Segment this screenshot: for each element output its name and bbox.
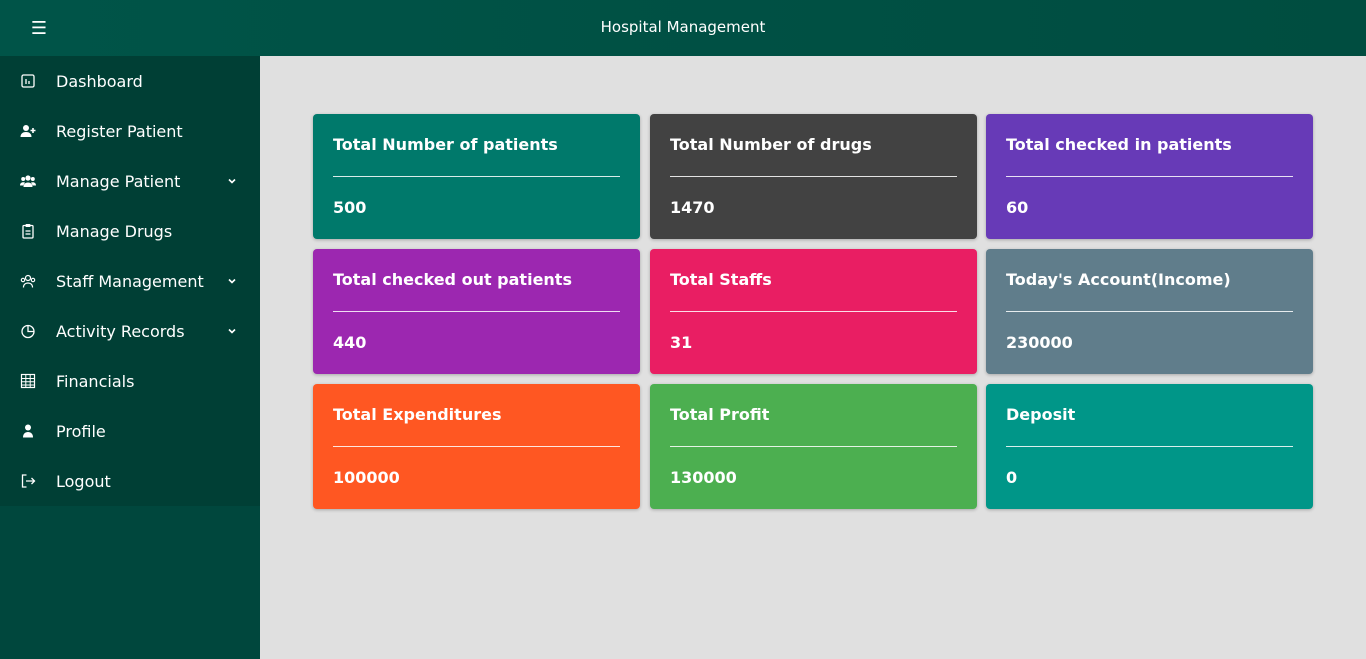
logout-icon	[19, 472, 37, 490]
card-divider	[1006, 446, 1293, 447]
card-value: 31	[670, 333, 693, 352]
card-divider	[670, 446, 957, 447]
chevron-down-icon[interactable]	[226, 325, 238, 337]
pie-chart-icon	[19, 322, 37, 340]
sidebar-item-logout[interactable]: Logout	[0, 456, 260, 506]
card-divider	[333, 176, 620, 177]
sidebar-item-label: Staff Management	[56, 271, 204, 291]
sidebar-item-label: Register Patient	[56, 121, 183, 141]
card-title: Deposit	[1006, 405, 1076, 424]
chevron-down-icon[interactable]	[226, 275, 238, 287]
sidebar-item-label: Activity Records	[56, 321, 185, 341]
sidebar-item-label: Dashboard	[56, 71, 143, 91]
card-value: 130000	[670, 468, 737, 487]
card-divider	[333, 311, 620, 312]
sidebar-item-staff-management[interactable]: Staff Management	[0, 256, 260, 306]
sidebar: Dashboard Register Patient Manage Patien…	[0, 56, 260, 659]
sidebar-item-activity-records[interactable]: Activity Records	[0, 306, 260, 356]
stat-card-total-staffs[interactable]: Total Staffs 31	[650, 249, 977, 374]
card-divider	[1006, 311, 1293, 312]
card-value: 100000	[333, 468, 400, 487]
sidebar-item-label: Manage Drugs	[56, 221, 173, 241]
stat-card-checked-in[interactable]: Total checked in patients 60	[986, 114, 1313, 239]
sidebar-item-manage-drugs[interactable]: Manage Drugs	[0, 206, 260, 256]
sidebar-item-label: Manage Patient	[56, 171, 181, 191]
card-title: Total checked out patients	[333, 270, 572, 289]
stat-card-expenditures[interactable]: Total Expenditures 100000	[313, 384, 640, 509]
stat-card-profit[interactable]: Total Profit 130000	[650, 384, 977, 509]
card-value: 60	[1006, 198, 1029, 217]
card-value: 500	[333, 198, 367, 217]
card-title: Total Expenditures	[333, 405, 502, 424]
card-title: Total checked in patients	[1006, 135, 1232, 154]
card-value: 1470	[670, 198, 715, 217]
card-value: 230000	[1006, 333, 1073, 352]
dashboard-icon	[19, 72, 37, 90]
users-icon	[19, 172, 37, 190]
user-icon	[19, 422, 37, 440]
card-title: Total Staffs	[670, 270, 772, 289]
card-divider	[333, 446, 620, 447]
card-divider	[670, 311, 957, 312]
card-divider	[670, 176, 957, 177]
card-title: Total Number of patients	[333, 135, 558, 154]
stat-card-todays-income[interactable]: Today's Account(Income) 230000	[986, 249, 1313, 374]
staff-icon	[19, 272, 37, 290]
chevron-down-icon[interactable]	[226, 175, 238, 187]
stat-card-total-drugs[interactable]: Total Number of drugs 1470	[650, 114, 977, 239]
app-title: Hospital Management	[600, 18, 766, 36]
stat-card-checked-out[interactable]: Total checked out patients 440	[313, 249, 640, 374]
sidebar-nav: Dashboard Register Patient Manage Patien…	[0, 56, 260, 506]
top-app-bar: ☰ Hospital Management	[0, 0, 1366, 56]
sidebar-item-register-patient[interactable]: Register Patient	[0, 106, 260, 156]
card-title: Total Profit	[670, 405, 770, 424]
sidebar-item-label: Profile	[56, 421, 106, 441]
sidebar-item-label: Logout	[56, 471, 111, 491]
card-divider	[1006, 176, 1293, 177]
card-value: 0	[1006, 468, 1018, 487]
sidebar-item-manage-patient[interactable]: Manage Patient	[0, 156, 260, 206]
sidebar-item-dashboard[interactable]: Dashboard	[0, 56, 260, 106]
table-icon	[19, 372, 37, 390]
card-title: Today's Account(Income)	[1006, 270, 1231, 289]
user-plus-icon	[19, 122, 37, 140]
dashboard-main: Total Number of patients 500 Total Numbe…	[260, 56, 1366, 659]
clipboard-icon	[19, 222, 37, 240]
card-value: 440	[333, 333, 367, 352]
stat-card-deposit[interactable]: Deposit 0	[986, 384, 1313, 509]
sidebar-item-profile[interactable]: Profile	[0, 406, 260, 456]
stat-card-total-patients[interactable]: Total Number of patients 500	[313, 114, 640, 239]
sidebar-item-financials[interactable]: Financials	[0, 356, 260, 406]
sidebar-item-label: Financials	[56, 371, 135, 391]
card-title: Total Number of drugs	[670, 135, 872, 154]
